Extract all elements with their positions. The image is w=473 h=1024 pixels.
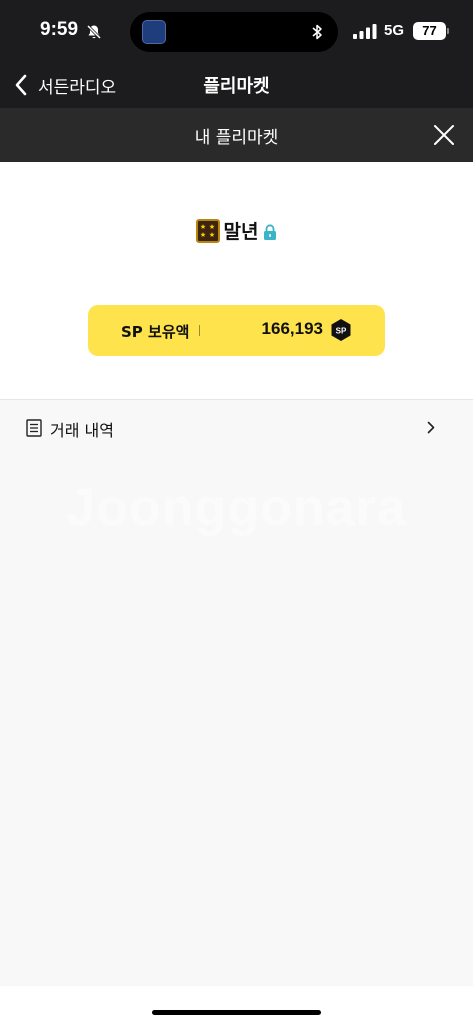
document-icon <box>26 419 42 437</box>
network-label: 5G <box>384 22 405 39</box>
bluetooth-icon <box>312 24 322 40</box>
close-icon[interactable] <box>432 123 456 147</box>
nav-bar: 서든라디오 플리마켓 <box>0 62 473 108</box>
sp-amount: 166,193 <box>261 319 323 338</box>
transaction-history-row[interactable]: 거래 내역 <box>0 401 473 453</box>
app-icon <box>142 20 166 44</box>
profile-card: ★ ★ ★ ★ 말년 SP 보유액 166,193 SP <box>0 162 473 400</box>
sub-header: 내 플리마켓 <box>0 108 473 162</box>
rank-badge-icon: ★ ★ ★ ★ <box>195 218 220 243</box>
sp-label: SP 보유액 <box>121 323 190 341</box>
dynamic-island <box>130 12 338 52</box>
battery-cap <box>447 28 449 34</box>
profile-row: ★ ★ ★ ★ 말년 <box>0 217 473 244</box>
status-bar: 9:59 5G 77 <box>0 0 473 62</box>
sp-balance-box: SP 보유액 166,193 SP <box>88 305 385 356</box>
status-time: 9:59 <box>40 19 79 40</box>
lock-icon <box>264 224 277 240</box>
bell-off-icon <box>86 24 102 40</box>
bottom-area <box>0 986 473 1024</box>
sp-coin-icon: SP <box>331 319 351 341</box>
history-label: 거래 내역 <box>50 421 114 440</box>
sub-header-title: 내 플리마켓 <box>194 128 279 148</box>
page-title: 플리마켓 <box>203 76 270 97</box>
signal-icon <box>353 24 377 39</box>
home-indicator[interactable] <box>152 1010 321 1015</box>
battery-icon: 77 <box>413 22 446 40</box>
sp-coin-text: SP <box>336 327 347 336</box>
watermark: Joonggonara <box>66 479 407 537</box>
chevron-right-icon <box>427 421 435 434</box>
username: 말년 <box>223 221 259 243</box>
sp-divider <box>199 325 200 336</box>
